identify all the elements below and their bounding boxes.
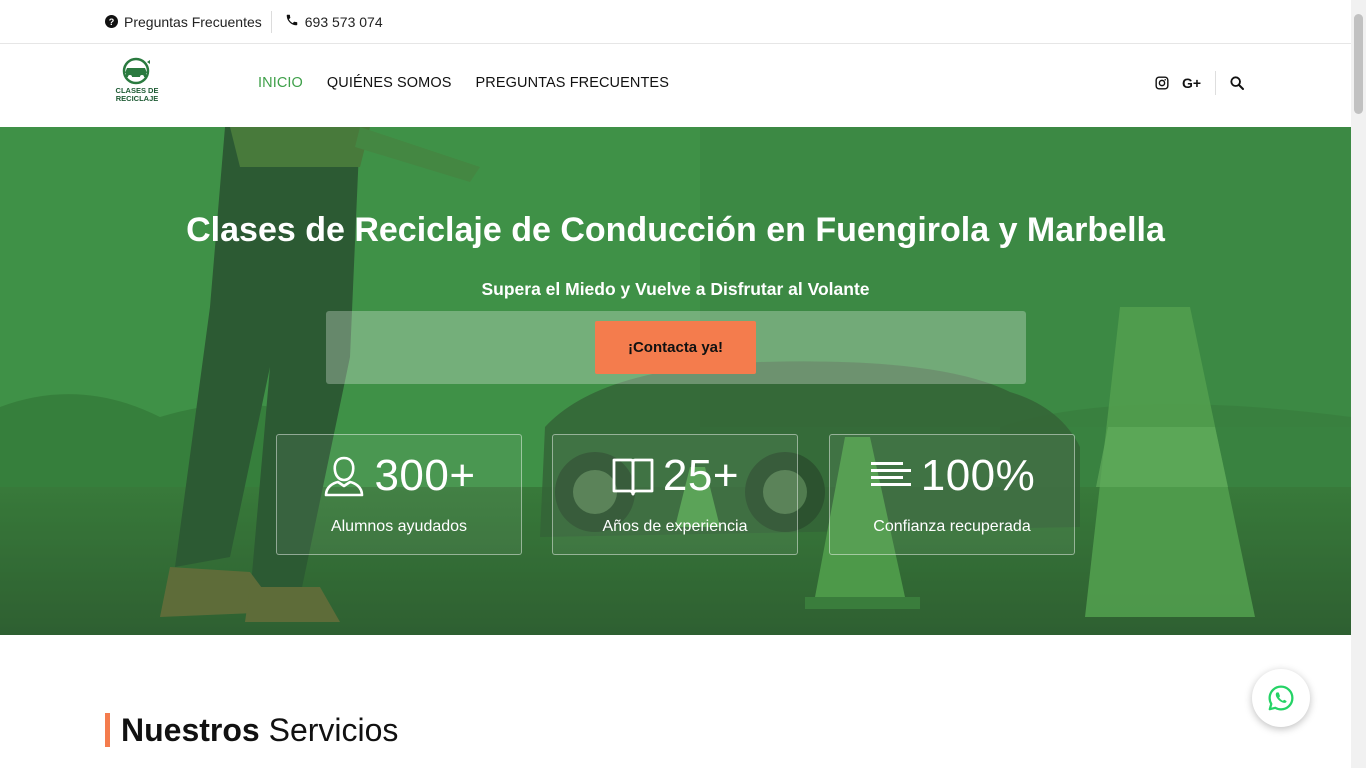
search-icon[interactable] [1229, 75, 1245, 91]
stat-label: Alumnos ayudados [330, 518, 468, 535]
lines-icon [870, 462, 911, 486]
question-circle-icon: ? [105, 15, 118, 28]
top-bar-content: ? Preguntas Frecuentes 693 573 074 [105, 0, 383, 43]
nav-item-quienes-somos[interactable]: QUIÉNES SOMOS [327, 75, 452, 91]
stat-card-confidence: 100% Confianza recuperada [829, 434, 1075, 555]
phone-number: 693 573 074 [304, 13, 383, 30]
phone-icon [285, 13, 299, 30]
whatsapp-button[interactable] [1252, 669, 1310, 727]
stat-label: Confianza recuperada [873, 518, 1031, 535]
phone-link[interactable]: 693 573 074 [285, 13, 383, 30]
page-scrollbar[interactable] [1351, 0, 1366, 768]
header-actions: G+ [1154, 71, 1245, 95]
nav-item-inicio[interactable]: INICIO [258, 75, 303, 91]
stat-value: 25+ [662, 451, 740, 500]
user-icon [325, 456, 364, 497]
hero-subtitle: Supera el Miedo y Vuelve a Disfrutar al … [481, 279, 870, 299]
logo-text: CLASES DE RECICLAJE [115, 86, 159, 103]
whatsapp-icon [1268, 685, 1294, 711]
google-plus-icon[interactable]: G+ [1182, 75, 1201, 91]
book-icon [612, 458, 654, 496]
nav-item-preguntas-frecuentes[interactable]: PREGUNTAS FRECUENTES [476, 75, 669, 91]
hero-title: Clases de Reciclaje de Conducción en Fue… [186, 211, 1165, 249]
divider [1215, 71, 1217, 95]
stat-label: Años de experiencia [602, 518, 748, 535]
main-nav: INICIO QUIÉNES SOMOS PREGUNTAS FRECUENTE… [258, 75, 669, 91]
faq-link[interactable]: ? Preguntas Frecuentes [105, 14, 262, 30]
divider [270, 10, 272, 33]
scrollbar-thumb[interactable] [1354, 14, 1363, 114]
stat-value: 100% [920, 451, 1036, 500]
logo-car-icon [122, 57, 150, 85]
site-header: CLASES DE RECICLAJE INICIO QUIÉNES SOMOS… [0, 44, 1351, 127]
instagram-icon[interactable] [1154, 75, 1170, 91]
heading-accent-bar [105, 713, 110, 747]
site-logo[interactable]: CLASES DE RECICLAJE [111, 57, 163, 107]
stat-card-students: 300+ Alumnos ayudados [276, 434, 522, 555]
services-heading: Nuestros Servicios [105, 712, 398, 748]
stat-card-experience: 25+ Años de experiencia [552, 434, 798, 555]
stat-value: 300+ [374, 451, 476, 500]
section-title: Nuestros Servicios [121, 711, 399, 748]
faq-link-label: Preguntas Frecuentes [124, 13, 262, 30]
contact-button[interactable]: ¡Contacta ya! [595, 321, 756, 374]
hero-section: Clases de Reciclaje de Conducción en Fue… [0, 127, 1351, 635]
top-bar: ? Preguntas Frecuentes 693 573 074 [0, 0, 1351, 44]
